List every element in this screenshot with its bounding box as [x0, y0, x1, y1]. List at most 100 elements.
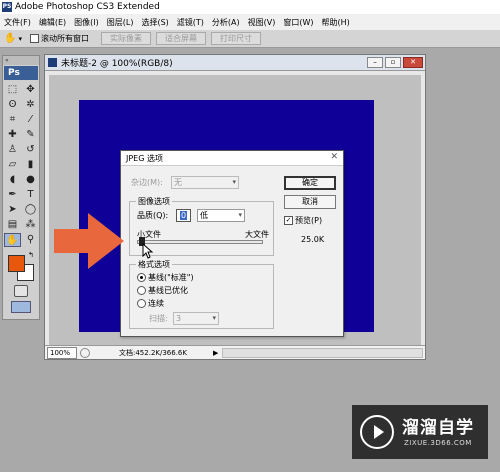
quality-preset-value: 低	[200, 211, 208, 220]
scans-value: 3	[176, 314, 182, 323]
healing-brush-tool[interactable]: ✚	[4, 128, 21, 142]
brush-tool[interactable]: ✎	[22, 128, 39, 142]
menu-edit[interactable]: 编辑(E)	[35, 17, 70, 28]
quality-input[interactable]: 0	[176, 209, 191, 222]
history-brush-tool[interactable]: ↺	[22, 143, 39, 157]
magic-wand-tool[interactable]: ✲	[22, 98, 39, 112]
status-info-icon[interactable]	[80, 347, 90, 358]
progressive-radio[interactable]	[137, 299, 146, 308]
marquee-tool[interactable]: ⬚	[4, 83, 21, 97]
fit-screen-button[interactable]: 适合屏幕	[155, 32, 206, 45]
baseline-standard-radio[interactable]	[137, 273, 146, 282]
baseline-optimized-label: 基线已优化	[148, 286, 188, 295]
dialog-title: JPEG 选项	[121, 151, 343, 166]
watermark-subtitle: ZIXUE.3D66.COM	[404, 439, 472, 447]
quality-preset-select[interactable]: 低 ▾	[197, 209, 245, 222]
document-title: 未标题-2 @ 100%(RGB/8)	[61, 59, 173, 69]
type-tool[interactable]: T	[22, 188, 39, 202]
chevron-down-icon: ▾	[232, 178, 236, 186]
matte-select[interactable]: 无 ▾	[171, 176, 239, 189]
tool-preset-dropdown-icon[interactable]: ▾	[18, 35, 22, 43]
menu-window[interactable]: 窗口(W)	[279, 17, 317, 28]
quality-slider-track[interactable]	[137, 240, 263, 244]
matte-label: 杂边(M):	[131, 178, 163, 187]
options-bar: ✋ ▾ 滚动所有窗口 实际像素 适合屏幕 打印尺寸	[0, 30, 500, 48]
preview-checkbox[interactable]: ✓	[284, 216, 293, 225]
print-size-button[interactable]: 打印尺寸	[210, 32, 261, 45]
quality-value: 0	[179, 211, 188, 220]
menu-file[interactable]: 文件(F)	[0, 17, 35, 28]
image-options-label: 图像选项	[136, 196, 172, 207]
quality-label: 品质(Q):	[137, 211, 169, 220]
gradient-tool[interactable]: ▮	[22, 158, 39, 172]
scroll-all-windows-label: 滚动所有窗口	[40, 34, 89, 43]
zoom-level-field[interactable]: 100%	[47, 346, 77, 359]
dialog-close-icon[interactable]: ✕	[330, 152, 338, 162]
minimize-icon[interactable]: –	[367, 57, 383, 68]
play-icon	[360, 415, 394, 449]
baseline-standard-label: 基线("标准")	[148, 273, 194, 282]
baseline-optimized-radio[interactable]	[137, 286, 146, 295]
shape-tool[interactable]: ◯	[22, 203, 39, 217]
foreground-color-swatch[interactable]	[8, 255, 25, 272]
app-title: Adobe Photoshop CS3 Extended	[15, 2, 160, 12]
toolbox-logo: Ps	[4, 66, 38, 80]
watermark-logo: 溜溜自学 ZIXUE.3D66.COM	[352, 405, 488, 459]
document-title-bar: 未标题-2 @ 100%(RGB/8) – ▫ ✕	[45, 55, 425, 71]
mouse-cursor-icon	[142, 243, 154, 259]
matte-value: 无	[174, 178, 182, 187]
pen-tool[interactable]: ✒	[4, 188, 21, 202]
swap-colors-icon[interactable]: ↰	[28, 251, 34, 259]
preview-label: 预览(P)	[295, 216, 323, 225]
toolbox-collapse-icon[interactable]: «	[3, 56, 39, 65]
menu-analysis[interactable]: 分析(A)	[208, 17, 244, 28]
blur-tool[interactable]: ◖	[4, 173, 21, 187]
file-size-readout: 25.0K	[301, 235, 325, 244]
status-menu-arrow-icon[interactable]: ▶	[213, 349, 218, 357]
screen-mode-icon[interactable]	[11, 301, 31, 313]
quick-mask-icon[interactable]	[14, 285, 28, 297]
ok-button[interactable]: 确定	[284, 176, 336, 190]
eraser-tool[interactable]: ▱	[4, 158, 21, 172]
clone-stamp-tool[interactable]: ♙	[4, 143, 21, 157]
document-status-bar: 100% 文档:452.2K/366.6K ▶	[45, 345, 425, 359]
hand-icon[interactable]: ✋	[4, 33, 16, 44]
scroll-all-windows-checkbox[interactable]	[29, 34, 39, 43]
lasso-tool[interactable]: ʘ	[4, 98, 21, 112]
maximize-icon[interactable]: ▫	[385, 57, 401, 68]
menu-image[interactable]: 图像(I)	[70, 17, 103, 28]
path-selection-tool[interactable]: ➤	[4, 203, 21, 217]
scans-label: 扫描:	[149, 314, 168, 323]
app-title-bar: PS Adobe Photoshop CS3 Extended	[0, 0, 500, 14]
menu-help[interactable]: 帮助(H)	[318, 17, 354, 28]
menu-layer[interactable]: 图层(L)	[103, 17, 138, 28]
chevron-down-icon: ▾	[212, 314, 216, 322]
document-icon	[48, 58, 57, 67]
zoom-tool[interactable]: ⚲	[22, 233, 39, 247]
annotation-arrow-icon	[54, 213, 124, 269]
tool-grid: ⬚ ✥ ʘ ✲ ⌗ ⁄ ✚ ✎ ♙ ↺ ▱ ▮ ◖ ● ✒ T ➤ ◯ ▤ ⁂ ✋ ⚲	[3, 82, 39, 247]
dodge-tool[interactable]: ●	[22, 173, 39, 187]
document-size: 文档:452.2K/366.6K	[119, 348, 187, 357]
hand-tool[interactable]: ✋	[4, 233, 21, 247]
format-options-label: 格式选项	[136, 259, 172, 270]
menu-bar: 文件(F) 编辑(E) 图像(I) 图层(L) 选择(S) 滤镜(T) 分析(A…	[0, 14, 500, 30]
move-tool[interactable]: ✥	[22, 83, 39, 97]
menu-select[interactable]: 选择(S)	[137, 17, 172, 28]
menu-view[interactable]: 视图(V)	[244, 17, 280, 28]
toolbox: « Ps ⬚ ✥ ʘ ✲ ⌗ ⁄ ✚ ✎ ♙ ↺ ▱ ▮ ◖ ● ✒ T ➤ ◯ ▤ ⁂ ✋ ⚲ ↰	[2, 55, 40, 320]
slice-tool[interactable]: ⁄	[22, 113, 39, 127]
notes-tool[interactable]: ▤	[4, 218, 21, 232]
progressive-label: 连续	[148, 299, 164, 308]
crop-tool[interactable]: ⌗	[4, 113, 21, 127]
eyedropper-tool[interactable]: ⁂	[22, 218, 39, 232]
cancel-button[interactable]: 取消	[284, 195, 336, 209]
large-file-label: 大文件	[245, 230, 269, 239]
color-swatches: ↰	[3, 251, 39, 283]
actual-pixels-button[interactable]: 实际像素	[100, 32, 151, 45]
menu-filter[interactable]: 滤镜(T)	[173, 17, 208, 28]
close-icon[interactable]: ✕	[403, 57, 423, 68]
watermark-title: 溜溜自学	[402, 418, 474, 438]
scans-select[interactable]: 3 ▾	[173, 312, 219, 325]
horizontal-scrollbar[interactable]	[222, 347, 423, 358]
